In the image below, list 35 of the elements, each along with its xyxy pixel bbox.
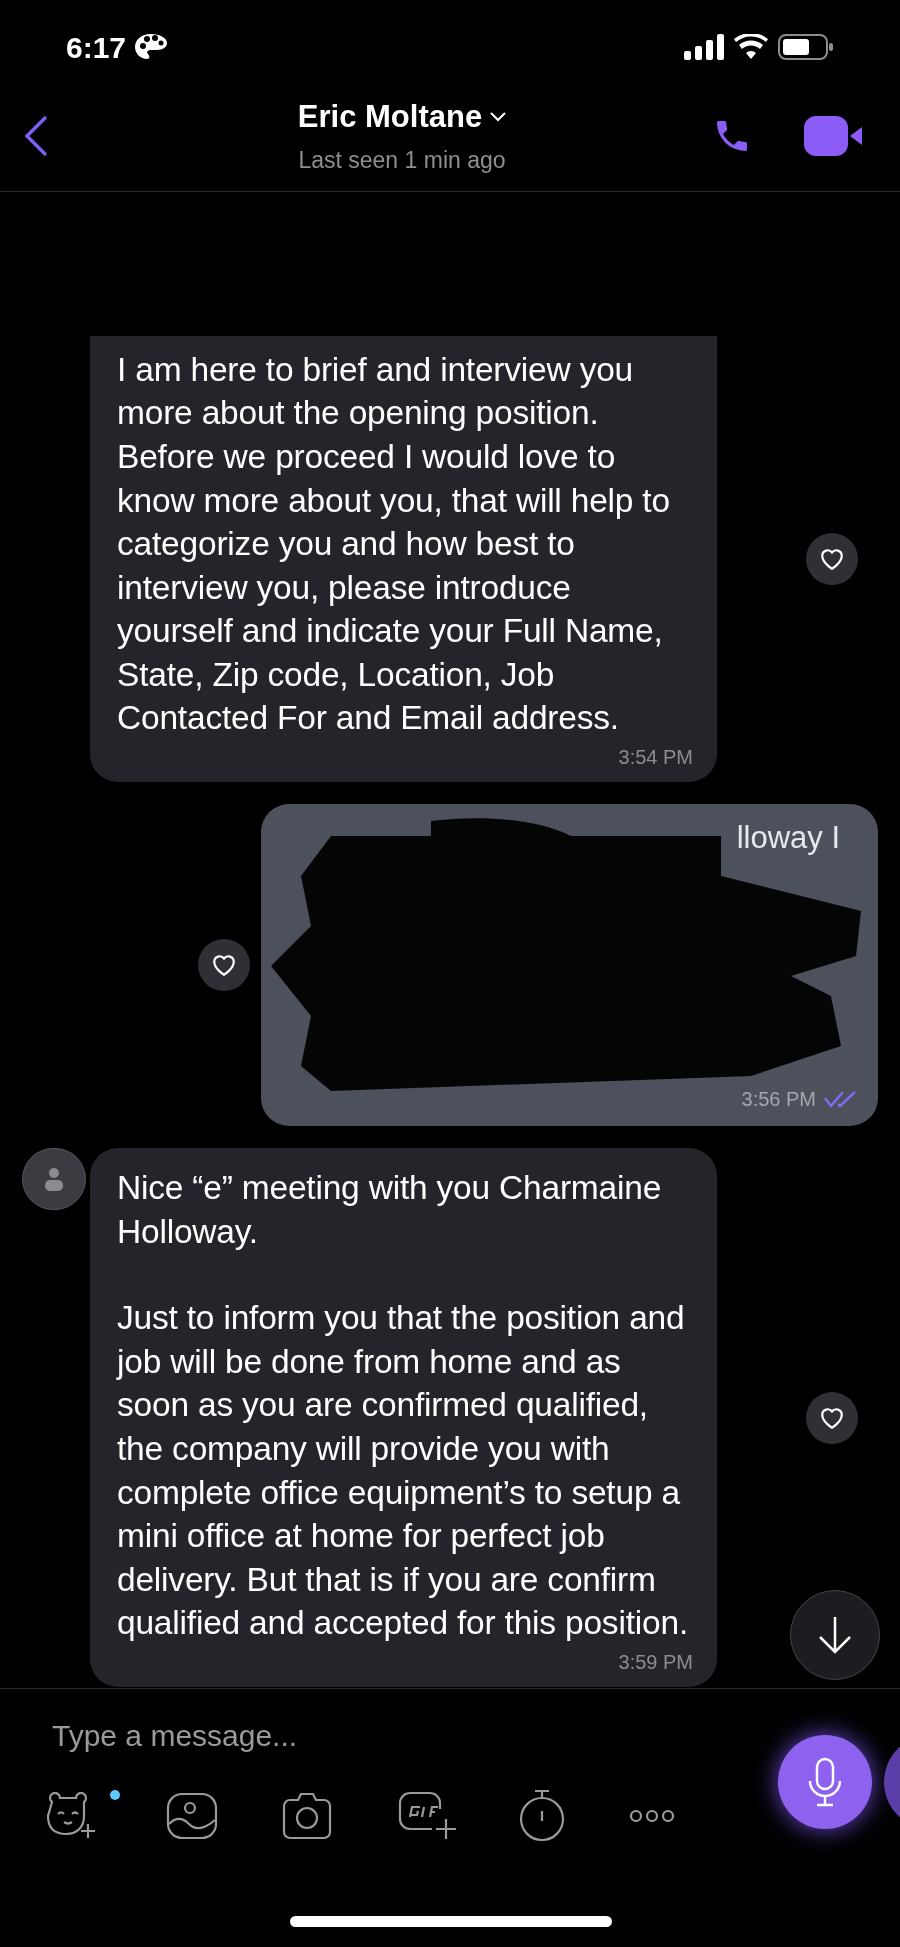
message-time: 3:59 PM (618, 1650, 693, 1675)
bear-face-plus-icon (44, 1792, 96, 1840)
video-camera-icon (804, 115, 864, 156)
battery-icon (778, 33, 834, 61)
person-icon (43, 1166, 65, 1193)
react-heart-button[interactable] (806, 532, 858, 585)
message-time: 3:54 PM (618, 745, 693, 771)
react-heart-button[interactable] (198, 939, 250, 992)
message-time: 3:56 PM (741, 1087, 816, 1113)
heart-icon (819, 1405, 845, 1430)
voice-message-button[interactable] (778, 1735, 872, 1829)
react-heart-button[interactable] (806, 1391, 858, 1444)
palette-icon (134, 33, 169, 61)
image-icon[interactable] (166, 1792, 218, 1840)
camera-icon[interactable] (280, 1792, 334, 1840)
arrow-down-icon (818, 1616, 852, 1654)
signal-icon (684, 34, 724, 60)
status-time: 6:17 (66, 29, 127, 66)
message-text: Nice “e” meeting with you Charmaine Holloway. (117, 1168, 663, 1252)
timer-icon[interactable] (518, 1789, 566, 1843)
heart-icon (819, 546, 845, 571)
message-text: Just to inform you that the position and job will be done from home and as soon as you are confirmed qualified, the company will provide you with complete office equipment’s to setup a mini office at home for perfect job delivery. But that is if you are confirm qualified and accepted for this position. (117, 1298, 689, 1644)
more-icon[interactable] (628, 1808, 676, 1824)
back-chevron-icon (24, 114, 48, 157)
last-seen-status: Last seen 1 min ago (298, 145, 506, 175)
message-text: I am here to brief and interview you more about the opening position. Before we proceed I would love to know more about you, that will help to categorize you and how best to interview you, please introduce yourself and indicate your Full Name, State, Zip code, Location, Job Contacted For and Email address. (117, 349, 671, 739)
wifi-icon (734, 34, 768, 60)
video-call-button[interactable] (804, 113, 864, 158)
microphone-icon (807, 1757, 843, 1807)
chevron-down-icon (490, 112, 507, 123)
gif-plus-icon[interactable] (396, 1791, 456, 1841)
message-input[interactable]: Type a message... (52, 1712, 692, 1758)
contact-name[interactable]: Eric Moltane (297, 94, 483, 141)
message-text: lloway I (736, 819, 840, 858)
heart-icon (211, 953, 237, 978)
